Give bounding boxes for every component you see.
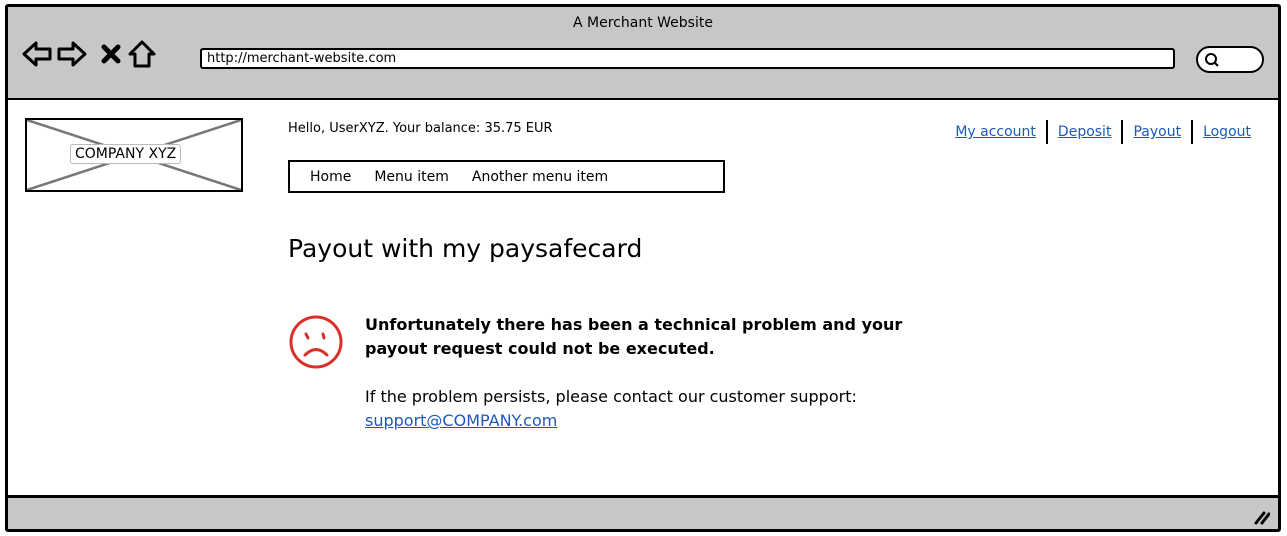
browser-search-box[interactable] xyxy=(1196,46,1264,73)
main-menu: Home Menu item Another menu item xyxy=(288,160,725,193)
my-account-link[interactable]: My account xyxy=(955,124,1036,140)
window-title: A Merchant Website xyxy=(573,15,713,31)
logout-link[interactable]: Logout xyxy=(1203,124,1251,140)
company-logo-placeholder[interactable]: COMPANY XYZ xyxy=(25,118,243,192)
link-divider xyxy=(1045,120,1048,144)
logo-text: COMPANY XYZ xyxy=(70,144,182,164)
browser-window: A Merchant Website http://merchant-websi… xyxy=(5,4,1281,532)
browser-chrome: A Merchant Website http://merchant-websi… xyxy=(8,7,1278,100)
address-bar[interactable]: http://merchant-website.com xyxy=(200,48,1175,69)
status-bar xyxy=(8,495,1278,529)
stop-icon[interactable] xyxy=(97,39,127,69)
page-content: COMPANY XYZ Hello, UserXYZ. Your balance… xyxy=(8,100,1278,496)
page-title: Payout with my paysafecard xyxy=(288,234,643,263)
search-icon xyxy=(1205,53,1219,67)
back-arrow-icon[interactable] xyxy=(22,39,52,69)
payout-link[interactable]: Payout xyxy=(1133,124,1181,140)
support-text: If the problem persists, please contact … xyxy=(365,387,857,406)
deposit-link[interactable]: Deposit xyxy=(1058,124,1112,140)
forward-arrow-icon[interactable] xyxy=(57,39,87,69)
resize-grip-icon[interactable] xyxy=(1252,507,1270,525)
account-links: My account Deposit Payout Logout xyxy=(955,120,1251,144)
link-divider xyxy=(1191,120,1194,144)
menu-item-menu-item[interactable]: Menu item xyxy=(374,169,449,185)
menu-item-another[interactable]: Another menu item xyxy=(472,169,608,185)
error-message: Unfortunately there has been a technical… xyxy=(365,315,903,358)
support-email-link[interactable]: support@COMPANY.com xyxy=(365,409,557,433)
home-icon[interactable] xyxy=(127,39,157,69)
sad-face-icon xyxy=(289,315,343,369)
user-balance-text: Hello, UserXYZ. Your balance: 35.75 EUR xyxy=(288,121,553,136)
link-divider xyxy=(1121,120,1124,144)
menu-item-home[interactable]: Home xyxy=(310,169,351,185)
